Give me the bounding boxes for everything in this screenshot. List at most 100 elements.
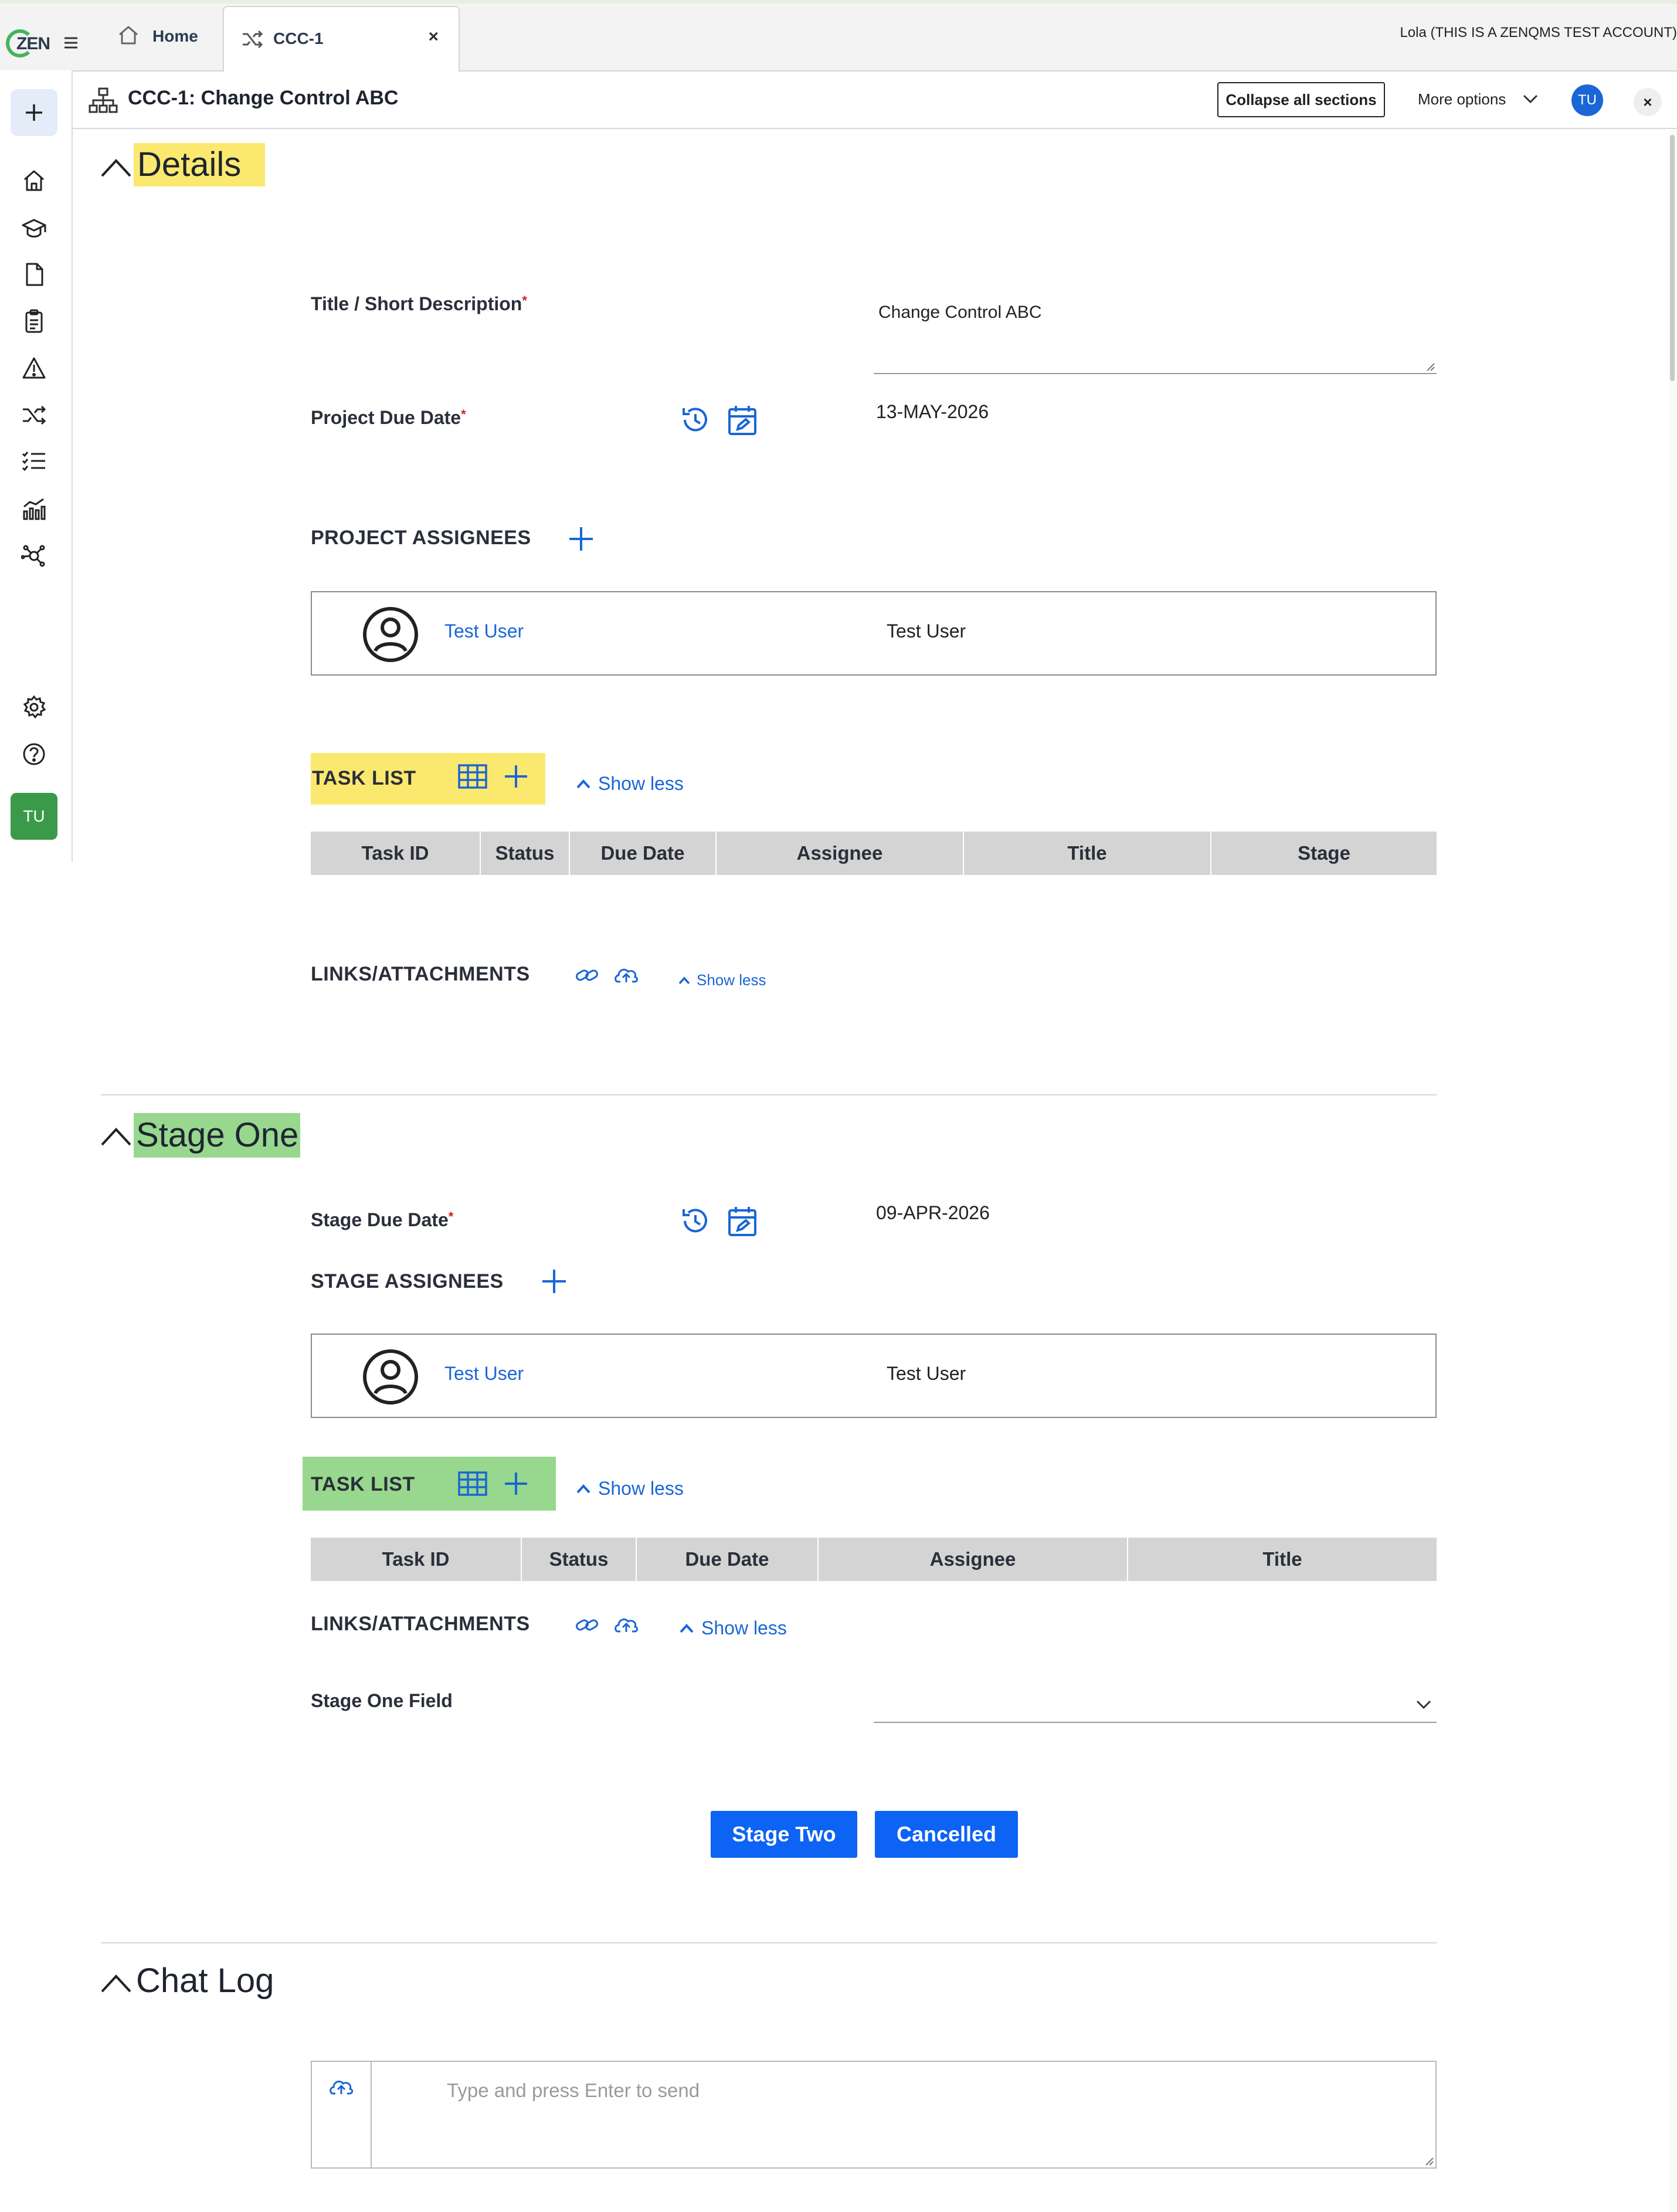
stage-assignee-row: Test User Test User: [311, 1334, 1437, 1418]
stage-one-heading[interactable]: Stage One: [134, 1113, 300, 1158]
link-icon[interactable]: [575, 1616, 599, 1634]
chevron-up-icon: [576, 1484, 590, 1493]
column-title[interactable]: Title: [1128, 1538, 1437, 1581]
stage-task-list-label: TASK LIST: [311, 1473, 415, 1495]
header-avatar[interactable]: TU: [1571, 84, 1603, 116]
tab-ccc-1-label: CCC-1: [273, 29, 324, 48]
history-icon[interactable]: [679, 1205, 712, 1237]
project-due-date-value[interactable]: 13-MAY-2026: [876, 401, 989, 423]
tab-close-icon[interactable]: ×: [428, 27, 439, 47]
cloud-upload-icon[interactable]: [328, 2077, 354, 2096]
history-icon[interactable]: [679, 403, 712, 436]
more-options-menu[interactable]: More options: [1418, 90, 1506, 108]
checklist-icon[interactable]: [21, 448, 47, 474]
chevron-up-icon[interactable]: [100, 157, 133, 178]
calendar-edit-icon[interactable]: [727, 1205, 758, 1237]
cancelled-button[interactable]: Cancelled: [875, 1811, 1018, 1858]
column-due-date[interactable]: Due Date: [637, 1538, 819, 1581]
chevron-down-icon[interactable]: [1415, 1698, 1432, 1710]
top-accent-line: [0, 0, 1677, 4]
stage-assignees-label: STAGE ASSIGNEES: [311, 1270, 504, 1292]
column-stage[interactable]: Stage: [1211, 832, 1437, 875]
project-assignee-row: Test User Test User: [311, 591, 1437, 676]
column-assignee[interactable]: Assignee: [819, 1538, 1128, 1581]
sidebar-add-button[interactable]: [11, 89, 57, 136]
chat-attach-area: [312, 2062, 372, 2167]
chevron-up-icon: [576, 779, 590, 788]
stage-one-field-label: Stage One Field: [311, 1690, 453, 1711]
assignee-name: Test User: [887, 1363, 966, 1384]
column-task-id[interactable]: Task ID: [311, 832, 481, 875]
add-task-plus-icon[interactable]: [503, 764, 529, 789]
cloud-upload-icon[interactable]: [613, 965, 639, 984]
chevron-up-icon[interactable]: [100, 1126, 133, 1147]
hierarchy-icon: [88, 87, 118, 114]
stage-two-button[interactable]: Stage Two: [711, 1811, 857, 1858]
stage-task-list-show-less[interactable]: Show less: [576, 1478, 684, 1499]
tab-home[interactable]: Home: [101, 13, 218, 70]
column-status[interactable]: Status: [481, 832, 570, 875]
add-assignee-plus-icon[interactable]: [541, 1268, 568, 1295]
details-heading[interactable]: Details: [134, 143, 265, 186]
links-show-less[interactable]: Show less: [678, 971, 766, 989]
shuffle-icon: [242, 30, 264, 48]
warning-icon[interactable]: [21, 355, 47, 381]
close-icon[interactable]: ×: [1634, 88, 1662, 116]
stage-one-field-select[interactable]: [874, 1685, 1437, 1723]
home-icon[interactable]: [21, 168, 47, 194]
scrollbar-thumb[interactable]: [1670, 135, 1675, 381]
calendar-edit-icon[interactable]: [727, 403, 758, 436]
user-avatar-icon: [361, 605, 420, 664]
gear-icon[interactable]: [21, 694, 47, 720]
column-status[interactable]: Status: [522, 1538, 637, 1581]
network-icon[interactable]: [21, 543, 47, 569]
clipboard-icon[interactable]: [21, 308, 47, 334]
graduation-cap-icon[interactable]: [21, 216, 47, 242]
home-icon: [117, 25, 140, 46]
table-view-icon[interactable]: [457, 1471, 488, 1497]
column-due-date[interactable]: Due Date: [570, 832, 717, 875]
table-view-icon[interactable]: [457, 764, 488, 789]
chat-input-box[interactable]: Type and press Enter to send: [311, 2061, 1437, 2169]
account-label[interactable]: Lola (THIS IS A ZENQMS TEST ACCOUNT): [1400, 25, 1677, 41]
task-list-show-less[interactable]: Show less: [576, 773, 684, 795]
stage-due-date-value[interactable]: 09-APR-2026: [876, 1202, 990, 1224]
column-title[interactable]: Title: [964, 832, 1211, 875]
chat-log-heading[interactable]: Chat Log: [136, 1961, 274, 2000]
task-list-label: TASK LIST: [312, 767, 416, 789]
user-avatar[interactable]: TU: [11, 793, 57, 840]
user-avatar-icon: [361, 1348, 420, 1406]
chat-input-placeholder[interactable]: Type and press Enter to send: [447, 2079, 700, 2102]
column-assignee[interactable]: Assignee: [717, 832, 964, 875]
required-marker: *: [461, 407, 466, 422]
required-marker: *: [522, 293, 527, 308]
bar-chart-icon[interactable]: [21, 496, 47, 522]
title-field[interactable]: Change Control ABC: [874, 298, 1437, 374]
assignee-name: Test User: [887, 620, 966, 642]
column-task-id[interactable]: Task ID: [311, 1538, 522, 1581]
title-value: Change Control ABC: [878, 303, 1042, 322]
chevron-up-icon: [678, 976, 690, 984]
chevron-up-icon[interactable]: [100, 1973, 133, 1994]
assignee-link[interactable]: Test User: [444, 620, 524, 642]
stage-links-show-less[interactable]: Show less: [679, 1617, 787, 1639]
add-task-plus-icon[interactable]: [503, 1471, 529, 1497]
assignee-link[interactable]: Test User: [444, 1363, 524, 1385]
stage-links-attachments-label: LINKS/ATTACHMENTS: [311, 1613, 530, 1635]
collapse-all-sections-button[interactable]: Collapse all sections: [1217, 82, 1385, 117]
menu-icon[interactable]: [63, 36, 79, 49]
zen-logo[interactable]: ZEN: [6, 29, 50, 62]
shuffle-icon[interactable]: [21, 402, 47, 428]
document-icon[interactable]: [21, 262, 47, 287]
resize-handle-icon[interactable]: [1426, 362, 1435, 372]
chevron-down-icon[interactable]: [1522, 93, 1539, 104]
link-icon[interactable]: [575, 966, 599, 984]
resize-handle-icon[interactable]: [1425, 2157, 1434, 2166]
add-assignee-plus-icon[interactable]: [568, 525, 595, 552]
scrollbar-track[interactable]: [1669, 130, 1677, 2212]
help-icon[interactable]: [21, 741, 47, 767]
tab-ccc-1[interactable]: CCC-1 ×: [223, 6, 460, 72]
cloud-upload-icon[interactable]: [613, 1615, 639, 1634]
required-marker: *: [448, 1209, 454, 1224]
links-attachments-label: LINKS/ATTACHMENTS: [311, 963, 530, 985]
